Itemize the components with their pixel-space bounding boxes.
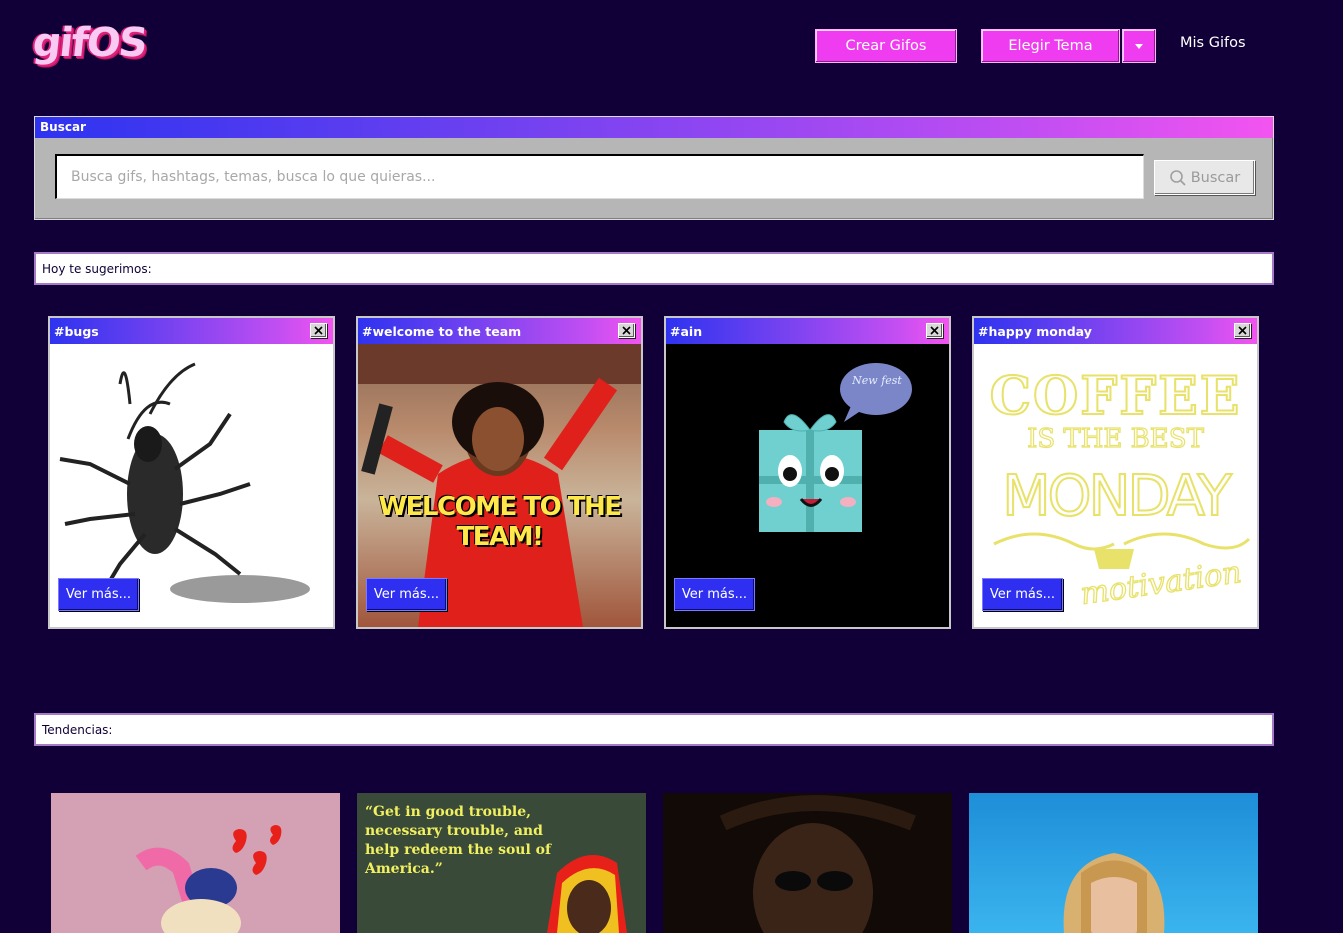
search-panel-title: Buscar xyxy=(35,117,1273,138)
suggestions-heading: Hoy te sugerimos: xyxy=(34,252,1274,285)
close-icon[interactable] xyxy=(618,323,635,338)
trend-quote: “Get in good trouble, necessary trouble,… xyxy=(365,804,552,877)
close-icon[interactable] xyxy=(310,323,327,338)
search-button[interactable]: Buscar xyxy=(1154,160,1255,195)
card-tag: #ain xyxy=(666,318,949,344)
suggestion-card: #welcome to the team WELCOME TO THE TEAM… xyxy=(356,316,643,629)
trend-gif[interactable] xyxy=(51,793,340,933)
trend-gif[interactable] xyxy=(969,793,1258,933)
trend-gif[interactable]: “Get in good trouble, necessary trouble,… xyxy=(357,793,646,933)
ver-mas-button[interactable]: Ver más... xyxy=(674,578,755,611)
crear-gifos-button[interactable]: Crear Gifos xyxy=(815,29,957,63)
welcome-caption: WELCOME TO THE TEAM! xyxy=(358,492,641,552)
search-panel: Buscar Buscar xyxy=(34,116,1274,220)
suggestion-card: #happy monday COFFEE IS THE BEST MONDAY … xyxy=(972,316,1259,629)
speech-bubble-text: New fest xyxy=(852,374,902,387)
chevron-down-icon xyxy=(1135,43,1143,49)
ver-mas-button[interactable]: Ver más... xyxy=(58,578,139,611)
trend-gif[interactable] xyxy=(663,793,952,933)
suggestion-card: #bugs Ver más... xyxy=(48,316,335,629)
search-icon xyxy=(1169,169,1186,186)
search-input[interactable] xyxy=(55,154,1144,199)
gifos-logo[interactable]: gifOS xyxy=(31,20,148,66)
card-tag: #happy monday xyxy=(974,318,1257,344)
search-button-label: Buscar xyxy=(1190,169,1241,186)
close-icon[interactable] xyxy=(1234,323,1251,338)
card-tag: #welcome to the team xyxy=(358,318,641,344)
ver-mas-button[interactable]: Ver más... xyxy=(982,578,1063,611)
card-tag: #bugs xyxy=(50,318,333,344)
suggestion-card: #ain New fest Ver más... xyxy=(664,316,951,629)
mis-gifos-link[interactable]: Mis Gifos xyxy=(1180,35,1246,51)
elegir-tema-button[interactable]: Elegir Tema xyxy=(981,29,1120,63)
trends-heading: Tendencias: xyxy=(34,713,1274,746)
ver-mas-button[interactable]: Ver más... xyxy=(366,578,447,611)
close-icon[interactable] xyxy=(926,323,943,338)
tema-dropdown-button[interactable] xyxy=(1122,29,1156,63)
